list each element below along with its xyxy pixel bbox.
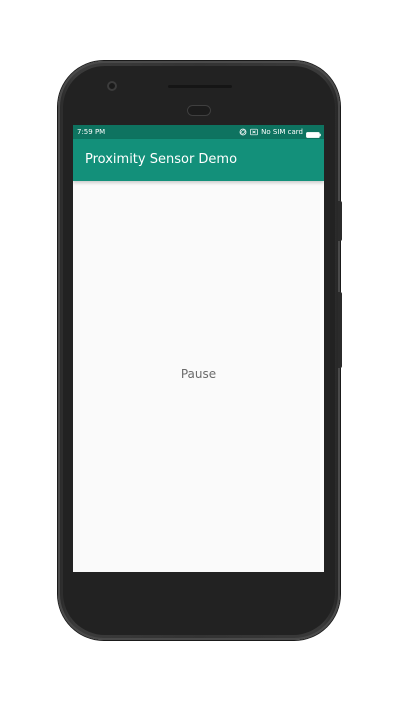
sensor-status-text: Pause bbox=[180, 367, 217, 381]
device-mockup: 7:59 PM No SIM card Proximity Sensor Dem… bbox=[0, 0, 400, 708]
rotation-lock-icon bbox=[239, 128, 247, 136]
proximity-sensor bbox=[187, 105, 211, 116]
status-time: 7:59 PM bbox=[77, 128, 106, 136]
power-button bbox=[338, 201, 342, 241]
volume-button bbox=[338, 292, 342, 368]
earpiece-speaker bbox=[168, 85, 232, 88]
main-content: Pause bbox=[73, 181, 324, 572]
app-toolbar: Proximity Sensor Demo bbox=[73, 139, 324, 181]
phone-screen: 7:59 PM No SIM card Proximity Sensor Dem… bbox=[73, 125, 324, 572]
status-bar: 7:59 PM No SIM card bbox=[73, 125, 324, 139]
carrier-label: No SIM card bbox=[261, 128, 303, 136]
app-title: Proximity Sensor Demo bbox=[85, 152, 238, 167]
sim-card-icon bbox=[250, 128, 258, 136]
battery-icon bbox=[306, 129, 321, 138]
status-icons: No SIM card bbox=[239, 125, 321, 139]
front-camera-icon bbox=[107, 81, 117, 91]
